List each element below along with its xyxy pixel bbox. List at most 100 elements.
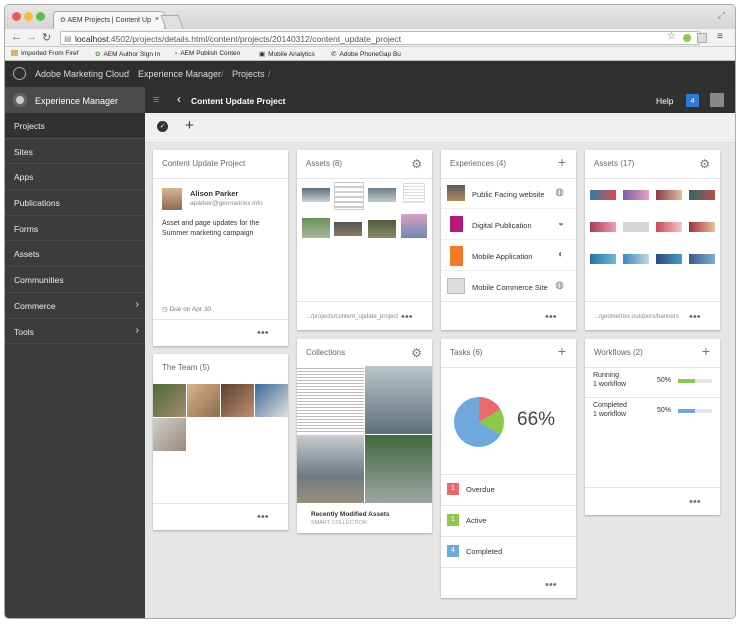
extension-box-icon[interactable]	[697, 33, 707, 43]
more-button[interactable]: •••	[545, 311, 557, 323]
more-button[interactable]: •••	[689, 311, 701, 323]
bookmark-item[interactable]: Imported From Firef	[11, 50, 78, 57]
banner-thumbnail[interactable]	[590, 222, 616, 232]
add-icon[interactable]: +	[558, 154, 566, 170]
sidebar-item-commerce[interactable]: Commerce ›	[5, 293, 145, 319]
back-icon[interactable]: ←	[11, 31, 22, 43]
banner-thumbnail[interactable]	[656, 222, 682, 232]
banner-thumbnail[interactable]	[656, 190, 682, 200]
menu-icon[interactable]: ≡	[717, 31, 723, 42]
bookmark-item[interactable]: ✆ Adobe PhoneGap Bu	[331, 50, 401, 58]
breadcrumb-experience-manager[interactable]: Experience Manager	[138, 69, 221, 79]
bookmark-item[interactable]: ✿ AEM Author Sign In	[95, 50, 160, 58]
banner-thumbnail[interactable]	[689, 222, 715, 232]
notification-badge[interactable]: 4	[686, 94, 699, 107]
experience-item[interactable]: Public Facing website ◍	[441, 179, 576, 209]
sidebar-item-projects[interactable]: Projects	[5, 113, 145, 139]
team-member-avatar[interactable]	[187, 384, 220, 417]
add-icon[interactable]: +	[558, 343, 566, 359]
gear-icon[interactable]: ⚙	[699, 157, 710, 171]
workflows-card[interactable]: Workflows (2) + Running 1 workflow 50% C…	[585, 339, 720, 515]
asset-thumbnail[interactable]	[368, 188, 396, 202]
banner-thumbnail[interactable]	[623, 222, 649, 232]
more-button[interactable]: •••	[689, 496, 701, 508]
experience-item[interactable]: Digital Publication ◒	[441, 210, 576, 240]
asset-thumbnail[interactable]	[401, 214, 427, 238]
task-row-completed[interactable]: 4 Completed	[441, 536, 576, 566]
sidebar-item-assets[interactable]: Assets	[5, 241, 145, 268]
asset-thumbnail[interactable]	[302, 188, 330, 202]
sidebar-item-tools[interactable]: Tools ›	[5, 319, 145, 345]
browser-tab[interactable]: ✿ AEM Projects | Content Up ×	[53, 11, 165, 29]
marketing-cloud-icon[interactable]	[13, 67, 26, 80]
team-member-avatar[interactable]	[153, 384, 186, 417]
asset-thumbnail[interactable]	[368, 220, 396, 238]
sidebar-item-communities[interactable]: Communities	[5, 267, 145, 293]
collections-card[interactable]: Collections ⚙ Recently Modified Assets S…	[297, 339, 432, 533]
star-icon[interactable]: ☆	[667, 31, 676, 42]
more-button[interactable]: •••	[257, 327, 269, 339]
banner-thumbnail[interactable]	[623, 190, 649, 200]
commerce-site-thumbnail	[447, 278, 465, 294]
task-row-overdue[interactable]: 1 Overdue	[441, 474, 576, 504]
banner-thumbnail[interactable]	[689, 190, 715, 200]
workflow-row-running[interactable]: Running 1 workflow 50%	[585, 370, 720, 400]
minimize-window-icon[interactable]	[24, 12, 33, 21]
brand-link[interactable]: Adobe Marketing Cloud	[35, 69, 129, 79]
new-tab-button[interactable]	[160, 15, 184, 29]
task-row-active[interactable]: 1 Active	[441, 505, 576, 535]
sidebar-item-sites[interactable]: Sites	[5, 139, 145, 165]
banner-thumbnail[interactable]	[590, 254, 616, 264]
experiences-card[interactable]: Experiences (4) + Public Facing website …	[441, 150, 576, 330]
banner-thumbnail[interactable]	[656, 254, 682, 264]
extension-icon[interactable]	[683, 34, 691, 42]
breadcrumb-projects[interactable]: Projects	[232, 69, 265, 79]
fullscreen-icon[interactable]: ⤢	[718, 10, 725, 21]
card-title: Tasks (6)	[450, 348, 483, 357]
team-member-avatar[interactable]	[255, 384, 288, 417]
gear-icon[interactable]: ⚙	[411, 346, 422, 360]
team-member-avatar[interactable]	[153, 418, 186, 451]
workflow-row-completed[interactable]: Completed 1 workflow 50%	[585, 400, 720, 430]
project-info-card[interactable]: Content Update Project Alison Parker apa…	[153, 150, 288, 346]
asset-thumbnail[interactable]	[403, 183, 425, 203]
maximize-window-icon[interactable]	[36, 12, 45, 21]
team-member-avatar[interactable]	[221, 384, 254, 417]
sidebar-item-publications[interactable]: Publications	[5, 190, 145, 216]
bookmark-label: Adobe PhoneGap Bu	[339, 51, 401, 58]
banner-thumbnail[interactable]	[689, 254, 715, 264]
asset-thumbnail[interactable]	[302, 218, 330, 238]
assets-card[interactable]: Assets (8) ⚙ .../projects/content_update…	[297, 150, 432, 330]
gear-icon[interactable]: ⚙	[411, 157, 422, 171]
divider	[585, 367, 720, 368]
bookmark-item[interactable]: ▫ AEM Publish Conten	[175, 50, 240, 57]
banner-assets-card[interactable]: Assets (17) ⚙ .../geometrixx-outdoors/ba…	[585, 150, 720, 330]
help-link[interactable]: Help	[656, 96, 673, 106]
banner-thumbnail[interactable]	[590, 190, 616, 200]
sidebar-item-apps[interactable]: Apps	[5, 164, 145, 191]
hamburger-icon[interactable]: ≡	[153, 94, 159, 106]
asset-thumbnail[interactable]	[334, 222, 362, 236]
add-icon[interactable]: +	[702, 343, 710, 359]
add-icon[interactable]: +	[185, 117, 194, 134]
experience-item[interactable]: Mobile Application ◐	[441, 241, 576, 271]
url-field[interactable]: ▤ localhost:4502/projects/details.html/c…	[60, 31, 700, 45]
banner-thumbnail[interactable]	[623, 254, 649, 264]
more-button[interactable]: •••	[545, 579, 557, 591]
team-card[interactable]: The Team (5) •••	[153, 354, 288, 530]
tasks-card[interactable]: Tasks (6) + 66% 1 Overdue 1 Active 4 Com…	[441, 339, 576, 598]
asset-thumbnail[interactable]	[334, 182, 364, 210]
more-button[interactable]: •••	[257, 511, 269, 523]
bookmark-item[interactable]: ▣ Mobile Analytics	[259, 50, 315, 58]
back-chevron-icon[interactable]: ‹	[177, 92, 181, 106]
forward-icon[interactable]: →	[26, 31, 37, 43]
sidebar-header[interactable]: Experience Manager	[5, 87, 145, 113]
experience-item[interactable]: Mobile Commerce Site ◍	[441, 272, 576, 302]
close-tab-icon[interactable]: ×	[155, 16, 159, 23]
select-check-icon[interactable]: ✓	[157, 121, 168, 132]
more-button[interactable]: •••	[401, 311, 413, 323]
close-window-icon[interactable]	[12, 12, 21, 21]
sidebar-item-forms[interactable]: Forms	[5, 216, 145, 242]
avatar[interactable]	[710, 93, 724, 107]
reload-icon[interactable]: ↻	[42, 31, 51, 44]
